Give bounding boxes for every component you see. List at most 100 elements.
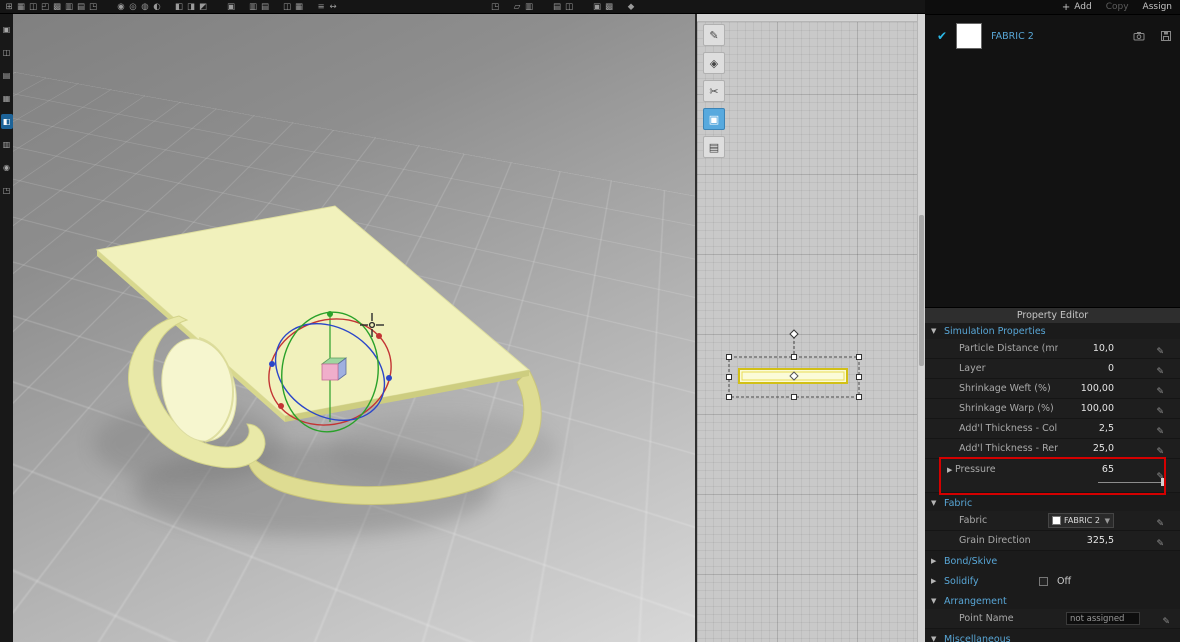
fabric-list-item[interactable]: ✔ FABRIC 2 (937, 20, 1172, 52)
property-editor: Property Editor ▼ Simulation Properties … (925, 307, 1180, 642)
ring-tool-icon[interactable]: ◎ (127, 1, 139, 13)
solidify-state: Off (1057, 575, 1072, 587)
pin-icon[interactable]: ✎ (1156, 447, 1164, 457)
scene-tab-icon[interactable]: ▣ (1, 22, 13, 37)
property-row: Layer 0 ✎ (925, 359, 1180, 379)
object-browser-header: + Add Copy Assign (925, 0, 1180, 15)
add-button[interactable]: Add (1074, 2, 1091, 12)
solidify-checkbox[interactable] (1039, 576, 1048, 586)
note-tool-icon[interactable]: ▣ (225, 1, 237, 13)
sphere-tool-icon[interactable]: ◉ (115, 1, 127, 13)
columns-view-icon[interactable]: ▥ (247, 1, 259, 13)
checker-tool-icon[interactable]: ▩ (51, 1, 63, 13)
copy-button[interactable]: Copy (1106, 2, 1129, 12)
chevron-down-icon: ▼ (931, 327, 937, 335)
grade-2d-icon[interactable]: ▤ (551, 1, 563, 13)
columns-2d-icon[interactable]: ◫ (563, 1, 575, 13)
point-name-input[interactable]: not assigned (1066, 612, 1140, 625)
pin-icon[interactable]: ✎ (1156, 387, 1164, 397)
property-row: Add'l Thickness - Collision (mm 2,5 ✎ (925, 419, 1180, 439)
sync-tool-icon[interactable]: ◰ (39, 1, 51, 13)
rows-view-icon[interactable]: ▤ (259, 1, 271, 13)
swap-tool-icon[interactable]: ◳ (87, 1, 99, 13)
save-icon[interactable] (1160, 30, 1172, 42)
target-tool-icon[interactable]: ◍ (139, 1, 151, 13)
section-miscellaneous[interactable]: ▼ Miscellaneous (925, 631, 1180, 642)
panel-2d-icon[interactable]: ▥ (523, 1, 535, 13)
orbit-tool-icon[interactable]: ◐ (151, 1, 163, 13)
info-tab-icon[interactable]: ◳ (1, 183, 13, 198)
chevron-down-icon: ▼ (1104, 516, 1110, 525)
transform-2d-icon[interactable]: ◳ (489, 1, 501, 13)
property-row: Shrinkage Warp (%) 100,00 ✎ (925, 399, 1180, 419)
arrange-view-icon[interactable]: ≡ (315, 1, 327, 13)
layout-view-icon[interactable]: ▦ (293, 1, 305, 13)
fabric-swatch[interactable] (956, 23, 983, 49)
right-panel: + Add Copy Assign ✔ FABRIC 2 Property Ed… (925, 0, 1180, 642)
2d-pattern-window[interactable]: ✎ ◈ ✂ ▣ ▤ (695, 14, 925, 642)
pin-icon[interactable]: ✎ (1156, 407, 1164, 417)
pressure-value[interactable]: 65 (1058, 464, 1114, 475)
simulate-tab-icon[interactable]: ◧ (0, 114, 13, 129)
pressure-slider[interactable] (1098, 478, 1164, 486)
info-2d-icon[interactable]: ◆ (625, 1, 637, 13)
cloth-tab-icon[interactable]: ▤ (1, 68, 13, 83)
property-row: Add'l Thickness - Rendering (n 25,0 ✎ (925, 439, 1180, 459)
edit-2d-icon[interactable]: ▱ (511, 1, 523, 13)
panel-a-icon[interactable]: ◧ (173, 1, 185, 13)
section-bond-skive[interactable]: ▶ Bond/Skive (925, 553, 1180, 569)
shrinkage-warp-value[interactable]: 100,00 (1058, 403, 1114, 414)
left-toolbar: ▣ ◫ ▤ ▦ ◧ ▥ ◉ ◳ (0, 14, 13, 642)
layer-value[interactable]: 0 (1058, 363, 1114, 374)
property-editor-title: Property Editor (925, 308, 1180, 323)
chevron-right-icon: ▶ (931, 577, 937, 585)
pressure-row: ▶ Pressure 65 ✎ (925, 459, 1180, 493)
pin-icon[interactable]: ✎ (1162, 617, 1170, 627)
split-view-icon[interactable]: ◫ (281, 1, 293, 13)
colorway-tab-icon[interactable]: ▥ (1, 137, 13, 152)
mirror-tool-icon[interactable]: ◫ (27, 1, 39, 13)
pin-icon[interactable]: ✎ (1156, 427, 1164, 437)
shrinkage-weft-value[interactable]: 100,00 (1058, 383, 1114, 394)
chevron-right-icon[interactable]: ▶ (947, 466, 955, 474)
section-fabric[interactable]: ▼ Fabric (925, 495, 1180, 511)
texture-2d-icon[interactable]: ▩ (603, 1, 615, 13)
property-row: Shrinkage Weft (%) 100,00 ✎ (925, 379, 1180, 399)
check-icon: ✔ (937, 29, 948, 43)
particle-distance-value[interactable]: 10,0 (1058, 343, 1114, 354)
panel-c-icon[interactable]: ◩ (197, 1, 209, 13)
fabric-dropdown[interactable]: FABRIC 2 ▼ (1048, 513, 1114, 528)
pattern-tool-icon[interactable]: ▦ (15, 1, 27, 13)
thickness-collision-value[interactable]: 2,5 (1058, 423, 1114, 434)
section-solidify[interactable]: ▶ Solidify Off (925, 571, 1180, 591)
layout-tool-icon[interactable]: ▤ (75, 1, 87, 13)
avatar-tab-icon[interactable]: ◫ (1, 45, 13, 60)
camera-tab-icon[interactable]: ◉ (1, 160, 13, 175)
property-row: Particle Distance (mm) 10,0 ✎ (925, 339, 1180, 359)
fabric-dropdown-swatch (1052, 516, 1061, 525)
measure-2d-icon[interactable]: ▣ (591, 1, 603, 13)
app-window: ⊞ ▦ ◫ ◰ ▩ ▥ ▤ ◳ ◉ ◎ ◍ ◐ ◧ ◨ ◩ ▣ ▥ ▤ ◫ ▦ … (0, 0, 1180, 642)
pin-icon[interactable]: ✎ (1156, 367, 1164, 377)
3d-viewport[interactable] (13, 14, 695, 642)
property-row: Fabric FABRIC 2 ▼ ✎ (925, 511, 1180, 531)
section-arrangement[interactable]: ▼ Arrangement (925, 593, 1180, 609)
resize-view-icon[interactable]: ↔ (327, 1, 339, 13)
section-simulation-properties[interactable]: ▼ Simulation Properties (925, 323, 1180, 339)
grid-tool-icon[interactable]: ⊞ (3, 1, 15, 13)
pin-icon[interactable]: ✎ (1156, 519, 1164, 529)
layers-tab-icon[interactable]: ▦ (1, 91, 13, 106)
camera-icon[interactable] (1133, 30, 1145, 42)
grain-direction-value[interactable]: 325,5 (1058, 535, 1114, 546)
fabric-item-name[interactable]: FABRIC 2 (991, 31, 1034, 42)
panel-b-icon[interactable]: ◨ (185, 1, 197, 13)
chevron-down-icon: ▼ (931, 597, 937, 605)
pin-icon[interactable]: ✎ (1156, 347, 1164, 357)
chevron-down-icon: ▼ (931, 499, 937, 507)
dot-grid-tool-icon[interactable]: ▥ (63, 1, 75, 13)
property-row: Grain Direction 325,5 ✎ (925, 531, 1180, 551)
thickness-rendering-value[interactable]: 25,0 (1058, 443, 1114, 454)
pin-icon[interactable]: ✎ (1156, 539, 1164, 549)
arrangement-point[interactable] (789, 329, 799, 339)
assign-button[interactable]: Assign (1143, 2, 1172, 12)
